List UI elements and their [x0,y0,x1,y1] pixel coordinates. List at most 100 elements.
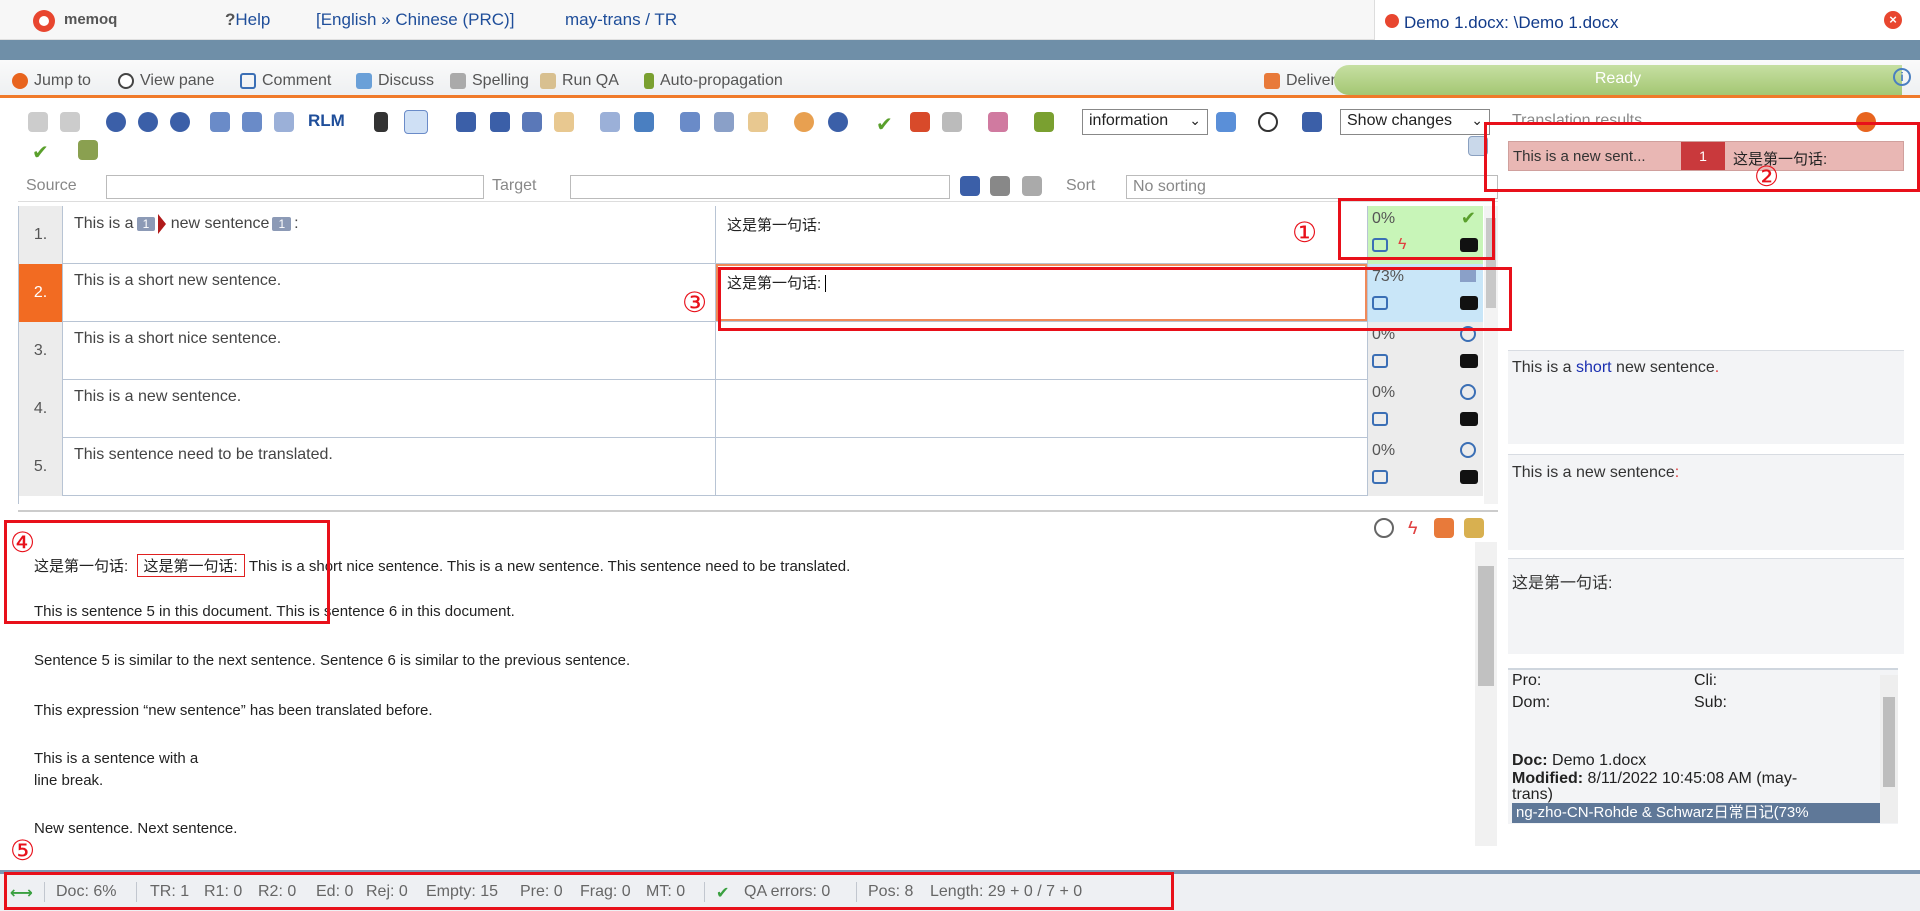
comment-button[interactable]: Comment [240,72,331,90]
segment-row[interactable]: 4. This is a new sentence. 0% [19,380,1483,438]
discuss-icon [356,73,372,89]
segment-source[interactable]: This is a new sentence. [74,388,241,406]
spelling-button[interactable]: Spelling [450,72,529,90]
confirm-all-icon[interactable]: ✔ [32,140,52,164]
rlm-button[interactable]: RLM [308,111,345,131]
preview-eye-icon[interactable] [1374,518,1394,538]
filter-segments-icon[interactable] [988,112,1008,132]
project-link[interactable]: may-trans / TR [565,10,677,30]
segment-source[interactable]: This sentence need to be translated. [74,446,333,464]
link-icon[interactable] [794,112,814,132]
reject-icon[interactable] [910,112,930,132]
jump-to-button[interactable]: Jump to [12,72,91,90]
quotes-icon[interactable] [404,110,428,134]
lock-icon[interactable] [942,112,962,132]
source-match-text: This is a new sentence: [1512,464,1680,481]
insert-icon[interactable] [78,140,98,160]
bookmark-icon[interactable] [1034,112,1054,132]
join-icon[interactable] [680,112,700,132]
close-tab-icon[interactable]: × [1884,11,1902,29]
edit-icon[interactable] [634,112,654,132]
deliver-button[interactable]: Deliver [1264,72,1336,90]
not-started-icon [1460,384,1476,400]
comment-bubble-icon[interactable] [1372,412,1388,426]
superscript-icon[interactable] [210,112,230,132]
document-tab[interactable]: Demo 1.docx: \Demo 1.docx × [1374,0,1920,40]
annotation-number-5: ⑤ [10,835,36,866]
information-select[interactable]: information ⌄ [1082,109,1208,135]
tag-close[interactable]: 1 [272,217,292,232]
source-filter-input[interactable] [106,175,484,199]
source-filter-label: Source [26,177,77,194]
window-divider-bar [0,40,1920,60]
language-pair-link[interactable]: [English » Chinese (PRC)] [316,10,514,30]
remove-tag-icon[interactable] [554,112,574,132]
highlight-icon[interactable] [1216,112,1236,132]
segment-row[interactable]: 5. This sentence need to be translated. … [19,438,1483,496]
tag-icon[interactable] [456,112,476,132]
top-menu-bar: memoq ?Help [English » Chinese (PRC)] ma… [0,0,1920,40]
show-changes-select[interactable]: Show changes ⌄ [1340,109,1490,135]
segment-target[interactable]: 这是第一句话: [727,214,821,235]
discussion-icon[interactable] [1460,470,1478,484]
clear-filter-icon[interactable] [1022,176,1042,196]
lookup-icon[interactable] [828,112,848,132]
meta-sub: Sub: [1694,694,1727,711]
view-pane-button[interactable]: View pane [118,72,214,90]
segment-source[interactable]: This is a1 new sentence 1: [74,214,299,234]
tag-open[interactable]: 1 [136,217,156,232]
bold-icon[interactable] [106,112,126,132]
copy-source-icon[interactable] [600,112,620,132]
preview-comment-icon[interactable] [1434,518,1454,538]
target-filter-label: Target [492,177,537,194]
preview-scrollbar[interactable] [1475,542,1497,846]
meta-scrollbar[interactable] [1880,675,1898,823]
help-link[interactable]: ?Help [225,10,270,30]
undo-icon[interactable] [28,112,48,132]
meta-doc: Doc: Demo 1.docx [1512,752,1647,769]
filter-icon[interactable] [990,176,1010,196]
discussion-icon[interactable] [1460,412,1478,426]
sort-select[interactable]: No sorting [1126,175,1498,199]
preview-scrollbar-thumb[interactable] [1478,566,1494,686]
meta-scrollbar-thumb[interactable] [1883,697,1895,787]
target-filter-input[interactable] [570,175,950,199]
discuss-button[interactable]: Discuss [356,72,434,90]
sort-label: Sort [1066,177,1096,194]
copy-tag-icon[interactable] [522,112,542,132]
annotation-box-3 [718,267,1512,331]
insert-tag-icon[interactable] [490,112,510,132]
hit-metadata-panel: Pro: Cli: Dom: Sub: Doc: Demo 1.docx Mod… [1508,668,1898,824]
find-replace-icon[interactable] [1302,112,1322,132]
underline-icon[interactable] [170,112,190,132]
run-qa-button[interactable]: Run QA [540,72,619,90]
pilcrow-icon[interactable] [374,112,388,132]
italic-icon[interactable] [138,112,158,132]
meta-modified: Modified: 8/11/2022 10:45:08 AM (may- [1512,770,1798,787]
comment-bubble-icon[interactable] [1372,354,1388,368]
preview-lightning-icon[interactable]: ϟ [1408,518,1428,538]
font-filter-icon[interactable] [960,176,980,196]
segment-source[interactable]: This is a short new sentence. [74,272,281,290]
annotation-box-5 [4,872,1174,910]
subscript-icon[interactable] [242,112,262,132]
font-case-icon[interactable] [274,112,294,132]
translation-grid: 1. This is a1 new sentence 1: 这是第一句话: 0% … [18,206,1483,504]
preview-line: Sentence 5 is similar to the next senten… [34,652,631,669]
preview-settings-icon[interactable] [1464,518,1484,538]
discussion-icon[interactable] [1460,354,1478,368]
annotation-box-2 [1484,122,1920,192]
auto-propagation-icon [644,73,654,89]
clear-icon[interactable] [748,112,768,132]
info-icon[interactable]: i [1893,68,1911,86]
confirm-icon[interactable]: ✔ [876,112,896,136]
segment-row[interactable]: 1. This is a1 new sentence 1: 这是第一句话: 0% … [19,206,1483,264]
comment-bubble-icon[interactable] [1372,470,1388,484]
redo-icon[interactable] [60,112,80,132]
annotation-number-3: ③ [682,287,708,318]
split-icon[interactable] [714,112,734,132]
segment-source[interactable]: This is a short nice sentence. [74,330,281,348]
auto-propagation-button[interactable]: Auto-propagation [644,72,783,90]
search-icon[interactable] [1258,112,1278,132]
comment-icon [240,73,256,89]
